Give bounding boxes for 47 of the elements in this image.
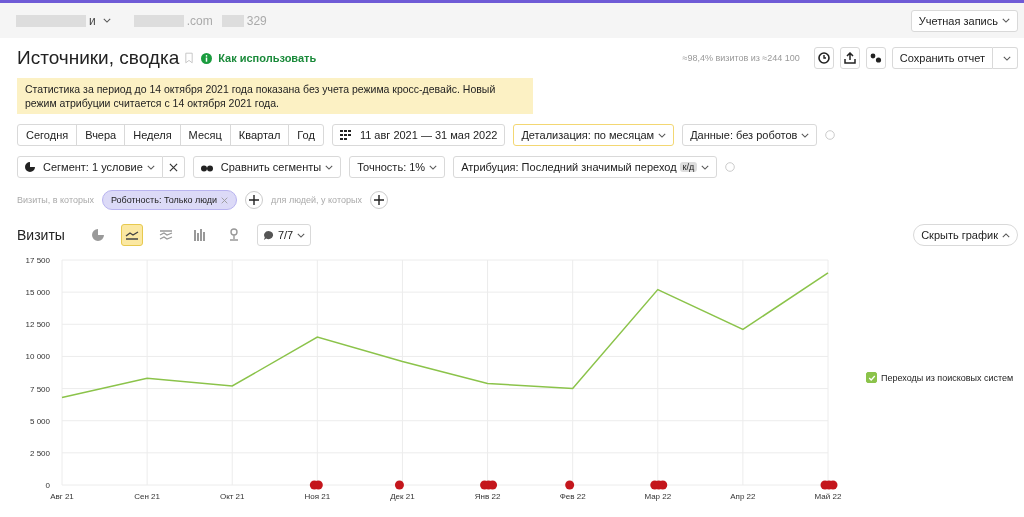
save-report-button[interactable]: Сохранить отчет (891, 47, 993, 69)
attribution-dropdown[interactable]: Атрибуция: Последний значимый переход к/д (453, 156, 718, 178)
period-tab[interactable]: Вчера (76, 124, 126, 146)
y-tick-label: 0 (45, 481, 50, 490)
attribution-badge: к/д (679, 162, 698, 172)
y-tick-label: 15 000 (25, 288, 50, 298)
y-tick-label: 12 500 (25, 320, 50, 330)
page-title: Источники, сводка (17, 47, 180, 69)
date-range-button[interactable]: 11 авг 2021 — 31 мая 2022 (331, 124, 506, 146)
y-tick-label: 2 500 (29, 448, 50, 458)
y-tick-label: 17 500 (25, 256, 50, 265)
x-tick-label: Дек 21 (390, 492, 415, 501)
period-tab[interactable]: Год (288, 124, 324, 146)
counter-name[interactable]: и (89, 13, 96, 28)
period-tab[interactable]: Сегодня (17, 124, 78, 146)
x-tick-label: Янв 22 (474, 492, 501, 501)
account-button[interactable]: Учетная запись (910, 9, 1018, 32)
sample-note: ≈98,4% визитов из ≈244 100 (682, 53, 800, 63)
x-tick-label: Май 22 (814, 492, 842, 501)
data-filter-dropdown[interactable]: Данные: без роботов (682, 124, 818, 146)
x-tick-label: Апр 22 (730, 492, 756, 501)
series-count-dropdown[interactable]: 7/7 (256, 224, 312, 246)
hide-chart-button[interactable]: Скрыть график (913, 224, 1018, 246)
x-tick-label: Ноя 21 (304, 492, 331, 501)
notice-banner: Статистика за период до 14 октября 2021 года показана без учета режима кросс-девайс. Новый режим атрибуции считается с 14 октября 2021 года. (17, 78, 533, 114)
y-tick-label: 7 500 (29, 384, 50, 394)
legend-label[interactable]: Переходы из поисковых систем (881, 372, 1014, 383)
period-tab[interactable]: Месяц (179, 124, 231, 146)
period-tab[interactable]: Квартал (229, 124, 290, 146)
period-tab[interactable]: Неделя (124, 124, 181, 146)
x-tick-label: Сен 21 (134, 492, 160, 501)
metric-title: Визиты (17, 227, 65, 243)
x-tick-label: Мар 22 (644, 492, 672, 501)
segment-dropdown[interactable]: Сегмент: 1 условие (17, 156, 163, 178)
x-tick-label: Фев 22 (559, 492, 586, 501)
y-tick-label: 10 000 (25, 352, 50, 362)
site-domain: .com (186, 13, 213, 28)
grouping-dropdown[interactable]: Детализация: по месяцам (513, 124, 675, 146)
filter-prefix: Визиты, в которых (17, 195, 94, 205)
filter-suffix: для людей, у которых (271, 195, 362, 205)
x-tick-label: Авг 21 (50, 492, 74, 501)
counter-id: 329 (246, 13, 267, 28)
x-tick-label: Окт 21 (219, 492, 245, 501)
help-link[interactable]: Как использовать (218, 52, 317, 64)
accuracy-dropdown[interactable]: Точность: 1% (349, 156, 446, 178)
compare-segments-dropdown[interactable]: Сравнить сегменты (192, 156, 342, 178)
y-tick-label: 5 000 (29, 416, 50, 426)
